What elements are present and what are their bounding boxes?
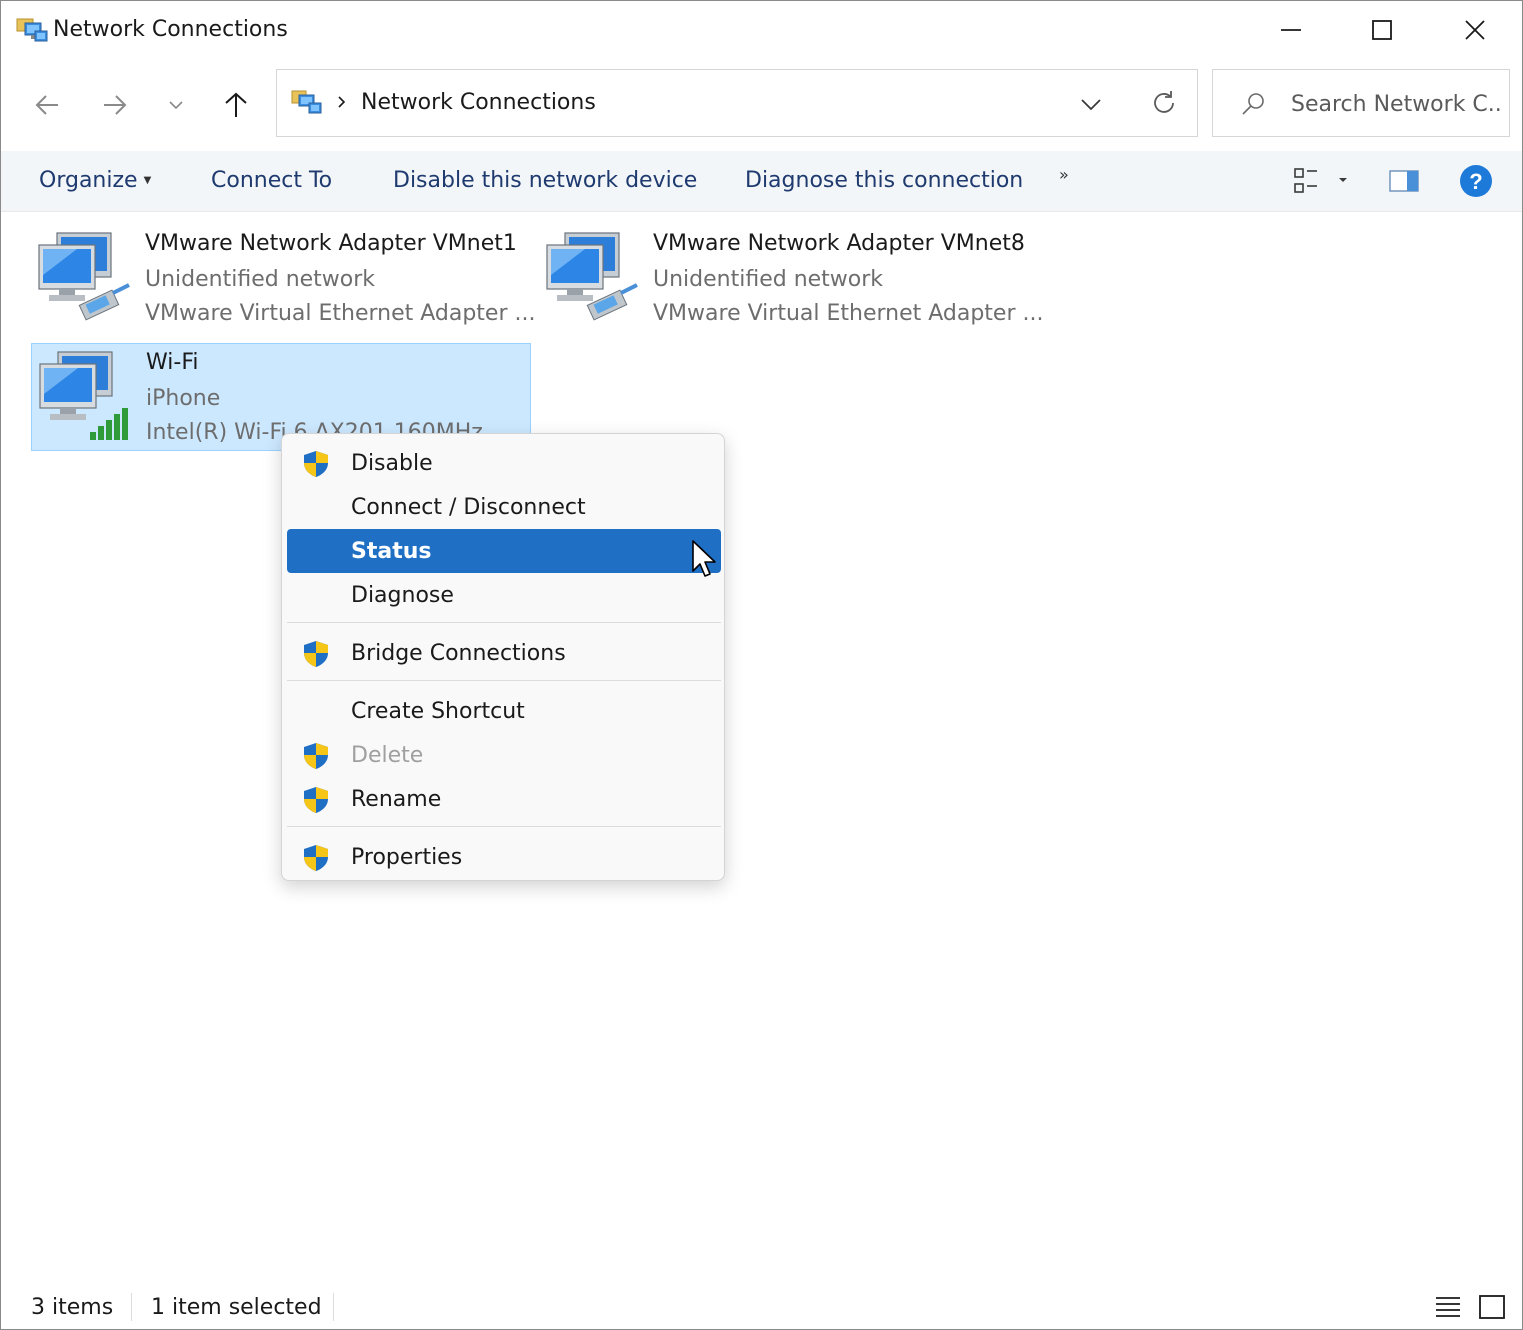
title-bar[interactable]: Network Connections — [1, 1, 1522, 61]
help-button[interactable]: ? — [1459, 165, 1493, 197]
search-icon — [1242, 93, 1264, 115]
menu-item-properties[interactable]: Properties — [287, 835, 721, 879]
ethernet-adapter-icon — [38, 232, 130, 321]
preview-pane-icon — [1389, 170, 1419, 192]
menu-item-label: Delete — [351, 743, 424, 768]
ethernet-adapter-icon — [546, 232, 638, 321]
status-bar: 3 items 1 item selected — [1, 1283, 1522, 1329]
network-item-vmnet1[interactable]: VMware Network Adapter VMnet1 Unidentifi… — [31, 225, 536, 333]
arrow-left-icon — [35, 95, 58, 115]
menu-item-delete[interactable]: Delete — [287, 733, 721, 777]
forward-button[interactable] — [93, 83, 137, 127]
wifi-adapter-icon — [39, 351, 128, 440]
change-view-button[interactable] — [1293, 165, 1353, 197]
chevron-down-icon — [169, 101, 183, 110]
details-view-icon[interactable] — [1433, 1293, 1463, 1321]
item-status: Unidentified network — [145, 267, 376, 292]
menu-item-label: Status — [351, 539, 432, 564]
svg-text:?: ? — [1469, 169, 1482, 194]
item-device: VMware Virtual Ethernet Adapter ... — [653, 301, 1044, 326]
up-button[interactable] — [214, 83, 258, 127]
arrow-right-icon — [104, 95, 127, 115]
organize-label: Organize — [39, 168, 138, 193]
status-divider — [333, 1293, 334, 1321]
diagnose-connection-button[interactable]: Diagnose this connection — [745, 168, 1023, 193]
menu-item-disable[interactable]: Disable — [287, 441, 721, 485]
search-box[interactable] — [1212, 69, 1510, 137]
help-icon: ? — [1460, 165, 1492, 197]
large-icons-view-icon[interactable] — [1477, 1293, 1507, 1321]
address-dropdown-icon[interactable] — [1077, 90, 1105, 118]
menu-item-label: Diagnose — [351, 583, 454, 608]
menu-item-label: Properties — [351, 845, 463, 870]
uac-shield-icon — [304, 787, 328, 813]
search-input[interactable] — [1291, 88, 1503, 120]
disable-device-button[interactable]: Disable this network device — [393, 168, 697, 193]
close-icon — [1465, 20, 1485, 40]
selection-count: 1 item selected — [151, 1295, 322, 1320]
minimize-button[interactable] — [1245, 1, 1337, 59]
explorer-window: Network Connections Network Connections — [0, 0, 1523, 1330]
menu-item-label: Connect / Disconnect — [351, 495, 586, 520]
menu-item-bridge-connections[interactable]: Bridge Connections — [287, 631, 721, 675]
close-button[interactable] — [1429, 1, 1521, 59]
arrow-up-icon — [225, 92, 247, 117]
network-item-vmnet8[interactable]: VMware Network Adapter VMnet8 Unidentifi… — [539, 225, 1044, 333]
network-connections-icon — [291, 90, 322, 114]
refresh-icon[interactable] — [1149, 88, 1179, 118]
network-folder-icon — [16, 18, 48, 42]
address-bar[interactable]: Network Connections — [276, 69, 1198, 137]
uac-shield-icon — [304, 451, 328, 477]
menu-separator — [287, 622, 721, 623]
maximize-icon — [1372, 20, 1392, 40]
item-device: VMware Virtual Ethernet Adapter ... — [145, 301, 536, 326]
item-name: VMware Network Adapter VMnet8 — [653, 231, 1025, 256]
recent-locations-button[interactable] — [154, 83, 198, 127]
status-divider — [131, 1293, 132, 1321]
uac-shield-icon — [304, 743, 328, 769]
preview-pane-button[interactable] — [1387, 165, 1421, 197]
more-commands-button[interactable]: » — [1059, 165, 1069, 184]
connect-to-button[interactable]: Connect To — [211, 168, 332, 193]
breadcrumb-chevron-icon — [338, 96, 346, 108]
menu-separator — [287, 680, 721, 681]
menu-item-rename[interactable]: Rename — [287, 777, 721, 821]
window-title: Network Connections — [53, 17, 288, 42]
context-menu: Disable Connect / Disconnect Status Diag… — [281, 433, 725, 881]
menu-separator — [287, 826, 721, 827]
menu-item-connect-disconnect[interactable]: Connect / Disconnect — [287, 485, 721, 529]
item-name: VMware Network Adapter VMnet1 — [145, 231, 517, 256]
menu-item-label: Bridge Connections — [351, 641, 566, 666]
menu-item-label: Rename — [351, 787, 442, 812]
item-name: Wi-Fi — [146, 350, 199, 375]
item-count: 3 items — [31, 1295, 114, 1320]
minimize-icon — [1281, 29, 1301, 31]
address-path[interactable]: Network Connections — [361, 90, 596, 115]
menu-item-status[interactable]: Status — [287, 529, 721, 573]
menu-item-label: Create Shortcut — [351, 699, 525, 724]
uac-shield-icon — [304, 845, 328, 871]
maximize-button[interactable] — [1336, 1, 1428, 59]
menu-item-diagnose[interactable]: Diagnose — [287, 573, 721, 617]
organize-button[interactable]: Organize ▼ — [39, 168, 151, 193]
item-status: Unidentified network — [653, 267, 884, 292]
menu-item-label: Disable — [351, 451, 433, 476]
uac-shield-icon — [304, 641, 328, 667]
back-button[interactable] — [25, 83, 69, 127]
caret-down-icon: ▼ — [143, 175, 152, 186]
mouse-cursor-icon — [692, 540, 716, 577]
item-status: iPhone — [146, 386, 221, 411]
menu-item-create-shortcut[interactable]: Create Shortcut — [287, 689, 721, 733]
command-bar: Organize ▼ Connect To Disable this networ… — [1, 151, 1522, 212]
view-tiles-icon — [1294, 168, 1347, 193]
